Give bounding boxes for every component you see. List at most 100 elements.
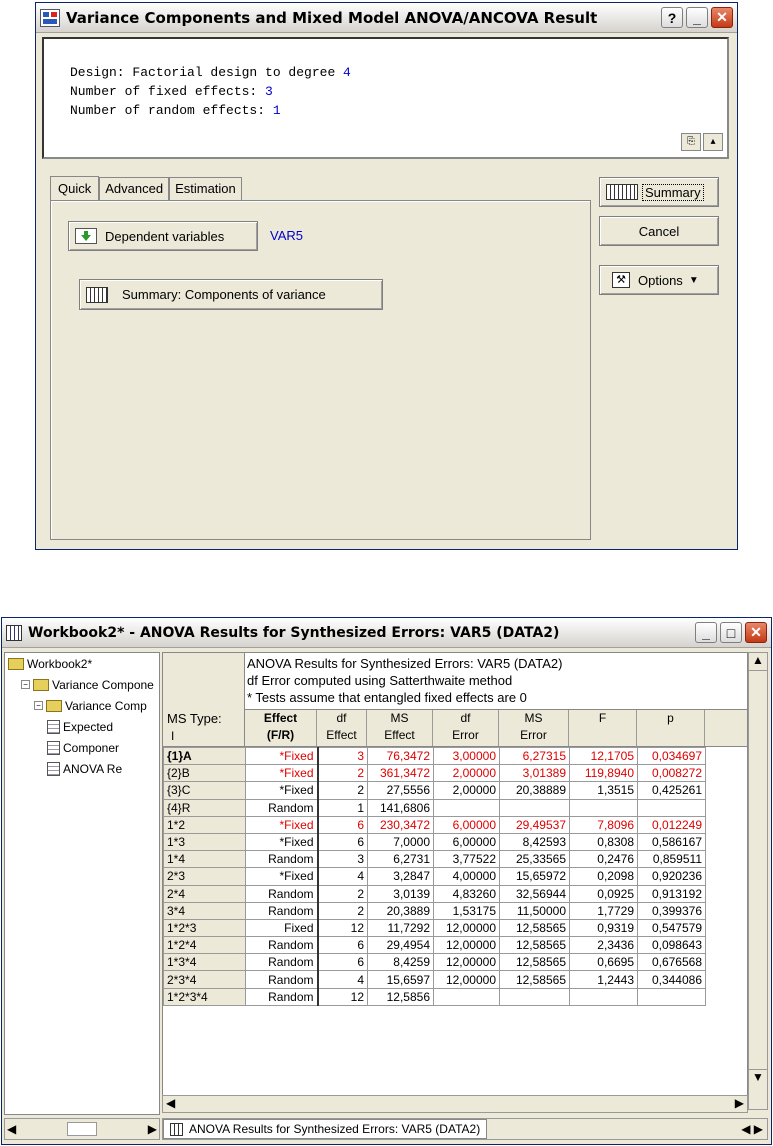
table-cell[interactable]: 7,8096 bbox=[569, 815, 638, 834]
table-cell[interactable]: 2,00000 bbox=[433, 781, 500, 800]
table-cell[interactable]: 76,3472 bbox=[367, 746, 434, 766]
tab-advanced[interactable]: Advanced bbox=[99, 177, 170, 200]
table-cell[interactable]: 12,1705 bbox=[569, 746, 638, 766]
column-header[interactable]: Effect (F/R) bbox=[245, 710, 317, 746]
table-cell[interactable]: Random bbox=[245, 953, 319, 972]
table-cell[interactable]: 12,00000 bbox=[433, 970, 500, 989]
table-row[interactable]: 2*3*4 Random 4 15,6597 12,00000 12,58565 1,244… bbox=[163, 970, 706, 989]
vertical-scrollbar[interactable]: ▲ ▼ bbox=[748, 652, 768, 1110]
copy-icon[interactable]: ⎘ bbox=[681, 133, 701, 151]
row-label[interactable]: {3}C bbox=[163, 781, 246, 800]
table-cell[interactable] bbox=[433, 798, 500, 817]
table-cell[interactable]: 6,2731 bbox=[367, 850, 434, 869]
table-cell[interactable]: 3,00000 bbox=[433, 746, 500, 766]
table-cell[interactable] bbox=[569, 798, 638, 817]
table-row[interactable]: 1*2 *Fixed 6 230,3472 6,00000 29,49537 7,8096 0… bbox=[163, 815, 706, 834]
close-button[interactable]: ✕ bbox=[711, 7, 733, 28]
table-row[interactable]: 2*4 Random 2 3,0139 4,83260 32,56944 0,0925 0,9… bbox=[163, 884, 706, 903]
tree-node[interactable]: Expected bbox=[8, 716, 159, 737]
table-cell[interactable] bbox=[637, 987, 706, 1006]
table-cell[interactable]: 6,27315 bbox=[499, 746, 570, 766]
table-cell[interactable]: 29,4954 bbox=[367, 936, 434, 955]
maximize-button[interactable]: □ bbox=[720, 622, 742, 643]
scroll-right-icon[interactable]: ▶ bbox=[735, 1096, 744, 1112]
table-cell[interactable]: 0,920236 bbox=[637, 867, 706, 886]
table-row[interactable]: {3}C *Fixed 2 27,5556 2,00000 20,38889 1,3515 0… bbox=[163, 781, 706, 800]
table-cell[interactable]: 0,344086 bbox=[637, 970, 706, 989]
table-cell[interactable]: 0,012249 bbox=[637, 815, 706, 834]
table-cell[interactable]: 0,586167 bbox=[637, 832, 706, 852]
scroll-right-icon[interactable]: ▶ bbox=[148, 1122, 157, 1136]
table-cell[interactable]: 0,008272 bbox=[637, 764, 706, 783]
scroll-left-icon[interactable]: ◀ bbox=[7, 1122, 16, 1136]
row-label[interactable]: {1}A bbox=[163, 746, 246, 766]
table-cell[interactable]: 6 bbox=[317, 815, 368, 834]
row-label[interactable]: 1*3*4 bbox=[163, 953, 246, 972]
table-cell[interactable] bbox=[637, 798, 706, 817]
table-cell[interactable]: Random bbox=[245, 850, 319, 869]
table-cell[interactable]: 0,547579 bbox=[637, 918, 706, 938]
table-cell[interactable]: 2 bbox=[317, 901, 368, 920]
table-cell[interactable]: *Fixed bbox=[245, 815, 319, 834]
table-cell[interactable]: 0,6695 bbox=[569, 953, 638, 972]
row-label[interactable]: 1*2 bbox=[163, 815, 246, 834]
table-cell[interactable]: Fixed bbox=[245, 918, 319, 938]
row-label[interactable]: 1*4 bbox=[163, 850, 246, 869]
table-cell[interactable]: 1,3515 bbox=[569, 781, 638, 800]
table-cell[interactable]: 12,58565 bbox=[499, 970, 570, 989]
column-header[interactable]: MS Error bbox=[499, 710, 569, 746]
table-cell[interactable]: Random bbox=[245, 901, 319, 920]
horizontal-scrollbar[interactable]: ◀ ▶ bbox=[162, 1095, 748, 1113]
table-cell[interactable] bbox=[433, 987, 500, 1006]
cancel-button[interactable]: Cancel bbox=[599, 216, 719, 246]
row-label[interactable]: 1*2*3 bbox=[163, 918, 246, 938]
table-row[interactable]: 1*2*3*4 Random 12 12,5856 bbox=[163, 987, 706, 1006]
table-cell[interactable]: Random bbox=[245, 884, 319, 903]
row-label[interactable]: 1*2*3*4 bbox=[163, 987, 246, 1006]
table-cell[interactable]: 20,3889 bbox=[367, 901, 434, 920]
table-cell[interactable]: 32,56944 bbox=[499, 884, 570, 903]
table-cell[interactable]: 11,7292 bbox=[367, 918, 434, 938]
table-cell[interactable]: 15,65972 bbox=[499, 867, 570, 886]
minimize-button[interactable]: _ bbox=[695, 622, 717, 643]
table-cell[interactable]: 1,53175 bbox=[433, 901, 500, 920]
table-cell[interactable]: 12,00000 bbox=[433, 918, 500, 938]
table-cell[interactable]: 0,859511 bbox=[637, 850, 706, 869]
table-cell[interactable]: Random bbox=[245, 970, 319, 989]
table-cell[interactable]: *Fixed bbox=[245, 764, 319, 783]
table-cell[interactable]: 12,58565 bbox=[499, 936, 570, 955]
tree-scrollbar[interactable]: ◀ ▶ bbox=[4, 1118, 160, 1140]
table-cell[interactable]: 1,2443 bbox=[569, 970, 638, 989]
table-cell[interactable]: 0,8308 bbox=[569, 832, 638, 852]
row-label[interactable]: {4}R bbox=[163, 798, 246, 817]
components-of-variance-button[interactable]: Summary: Components of variance bbox=[79, 279, 383, 310]
table-cell[interactable]: 6,00000 bbox=[433, 815, 500, 834]
table-row[interactable]: {2}B *Fixed 2 361,3472 2,00000 3,01389 119,894… bbox=[163, 764, 706, 783]
table-cell[interactable]: 3 bbox=[317, 850, 368, 869]
table-cell[interactable]: 8,42593 bbox=[499, 832, 570, 852]
row-label[interactable]: 3*4 bbox=[163, 901, 246, 920]
scroll-thumb[interactable] bbox=[67, 1122, 97, 1136]
table-cell[interactable]: 4 bbox=[317, 970, 368, 989]
table-row[interactable]: 1*3 *Fixed 6 7,0000 6,00000 8,42593 0,8308 0,58… bbox=[163, 832, 706, 852]
table-cell[interactable] bbox=[499, 798, 570, 817]
row-label[interactable]: 2*3 bbox=[163, 867, 246, 886]
table-cell[interactable]: *Fixed bbox=[245, 746, 319, 766]
row-label[interactable]: 2*3*4 bbox=[163, 970, 246, 989]
column-header[interactable]: F bbox=[569, 710, 637, 746]
table-cell[interactable]: 2 bbox=[317, 781, 368, 800]
column-header[interactable]: MS Effect bbox=[367, 710, 433, 746]
scroll-left-icon[interactable]: ◀ bbox=[166, 1096, 175, 1112]
help-button[interactable]: ? bbox=[661, 7, 683, 28]
collapse-icon[interactable]: − bbox=[21, 680, 30, 689]
table-cell[interactable]: 8,4259 bbox=[367, 953, 434, 972]
close-button[interactable]: ✕ bbox=[745, 622, 767, 643]
table-row[interactable]: 1*2*3 Fixed 12 11,7292 12,00000 12,58565 0,931… bbox=[163, 918, 706, 938]
table-cell[interactable]: 6 bbox=[317, 953, 368, 972]
table-cell[interactable]: 3,01389 bbox=[499, 764, 570, 783]
table-cell[interactable]: 0,2098 bbox=[569, 867, 638, 886]
table-cell[interactable]: 4,00000 bbox=[433, 867, 500, 886]
table-cell[interactable]: Random bbox=[245, 936, 319, 955]
scroll-down-icon[interactable]: ▼ bbox=[749, 1069, 767, 1087]
summary-button[interactable]: Summary bbox=[599, 177, 719, 207]
